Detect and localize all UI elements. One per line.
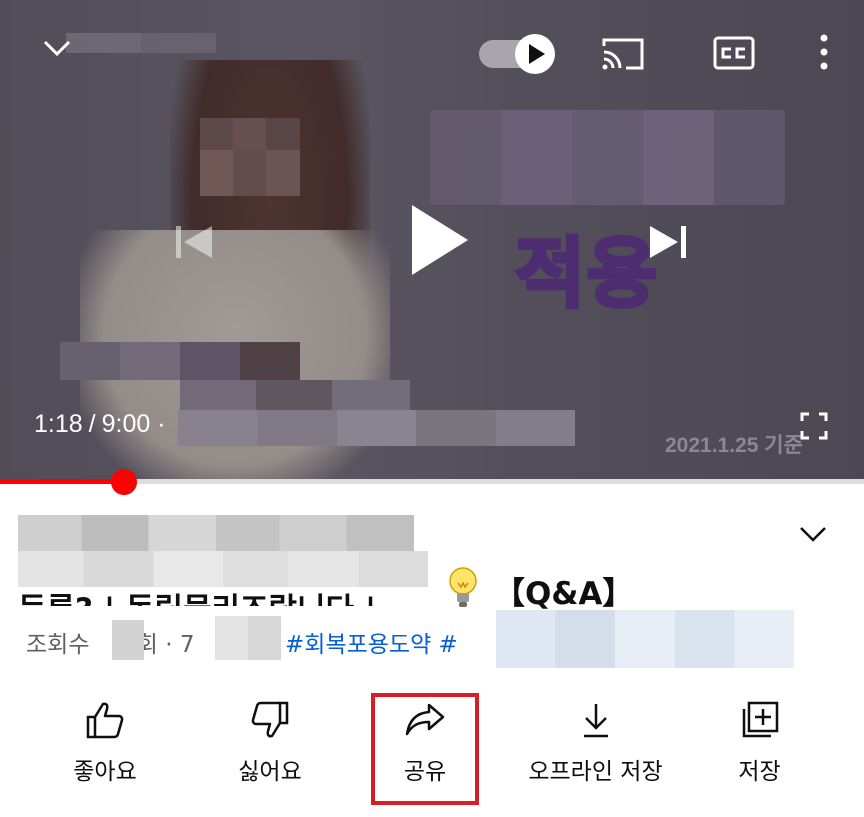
duration: 9:00 — [101, 410, 151, 438]
time-display: 1:18/9:00 · — [34, 410, 166, 439]
autoplay-knob — [515, 34, 555, 74]
thumbs-up-icon — [86, 702, 124, 739]
light-bulb-icon — [449, 567, 477, 607]
blurred-view-count — [112, 620, 144, 660]
video-title-fragment: 등록? | 독립물리즈랍니다 | — [18, 584, 376, 606]
video-player[interactable]: 적용 1:18 / 9:00 · 2021.1.25 기준 — [0, 0, 864, 481]
chapter-dot: · — [157, 410, 166, 438]
time-separator: / — [88, 410, 96, 438]
dislike-label: 싫어요 — [238, 759, 302, 785]
seek-bar-scrubber[interactable] — [111, 469, 138, 495]
seek-bar[interactable] — [0, 469, 864, 495]
hashtag-link[interactable]: #회복포용도약 — [285, 632, 431, 658]
fullscreen-icon[interactable] — [800, 412, 828, 440]
autoplay-toggle[interactable] — [479, 34, 559, 74]
download-button[interactable]: 오프라인 저장 — [508, 700, 683, 800]
views-prefix: 조회수 — [26, 632, 97, 658]
like-label: 좋아요 — [73, 759, 137, 785]
more-options-icon[interactable] — [818, 34, 830, 70]
thumbs-down-icon — [251, 701, 289, 738]
play-icon[interactable] — [408, 203, 470, 277]
like-button[interactable]: 좋아요 — [40, 700, 170, 800]
dislike-button[interactable]: 싫어요 — [205, 700, 335, 800]
seek-bar-played — [0, 479, 125, 484]
play-icon — [529, 44, 545, 64]
chevron-down-icon[interactable] — [42, 38, 72, 58]
views-suffix: 회 · 7 — [136, 632, 195, 658]
blurred-hashtags — [496, 610, 794, 668]
current-time: 1:18 — [34, 410, 83, 438]
save-to-playlist-button[interactable]: 저장 — [712, 700, 807, 800]
hashtag-link[interactable]: # — [431, 632, 458, 658]
video-watermark: 2021.1.25 기준 — [665, 434, 803, 457]
cast-icon[interactable] — [600, 36, 646, 72]
add-to-playlist-icon — [742, 701, 778, 738]
chevron-down-icon[interactable] — [798, 524, 828, 544]
captions-icon[interactable] — [713, 36, 755, 70]
save-label: 저장 — [738, 759, 781, 785]
next-video-icon[interactable] — [646, 222, 690, 262]
blurred-upload-age — [215, 616, 281, 660]
download-icon — [583, 704, 608, 738]
blurred-title-line — [18, 515, 414, 551]
share-button-highlight-box — [371, 693, 479, 805]
previous-video-icon[interactable] — [172, 222, 216, 262]
video-title-tag: 【Q&A】 — [494, 576, 634, 612]
download-label: 오프라인 저장 — [528, 759, 663, 785]
